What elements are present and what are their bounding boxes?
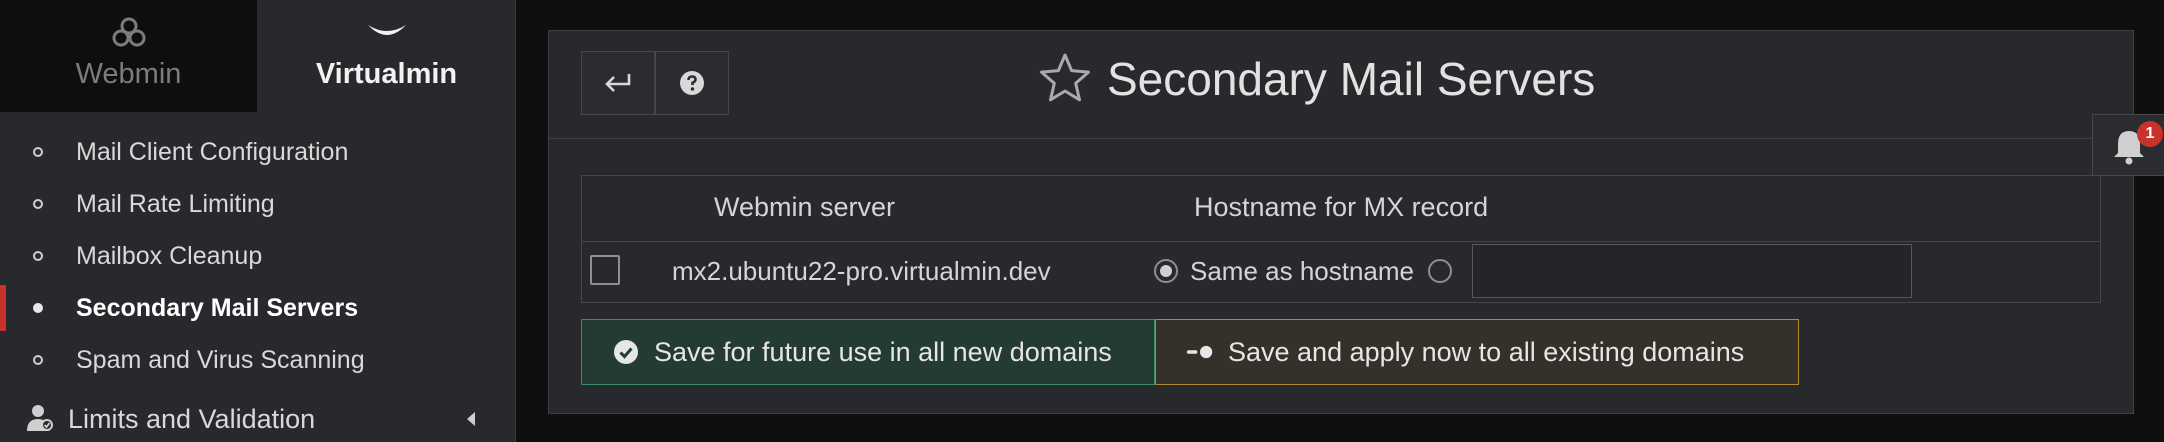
save-apply-button[interactable]: Save and apply now to all existing domai… <box>1155 319 1799 385</box>
notifications-button[interactable]: 1 <box>2092 114 2164 176</box>
save-future-button[interactable]: Save for future use in all new domains <box>581 319 1155 385</box>
same-as-hostname-radio[interactable] <box>1154 259 1178 283</box>
sidebar: Webmin Virtualmin Mail Client Configurat… <box>0 0 516 442</box>
title-group: Secondary Mail Servers <box>1037 49 1595 109</box>
sidebar-group-label: Limits and Validation <box>68 403 316 434</box>
custom-hostname-input[interactable] <box>1472 244 1912 298</box>
page-title: Secondary Mail Servers <box>1107 53 1596 105</box>
return-arrow-icon <box>605 74 631 92</box>
server-name: mx2.ubuntu22-pro.virtualmin.dev <box>672 256 1051 286</box>
caret-left-icon <box>467 412 475 426</box>
sidebar-item-spam-and-virus-scanning[interactable]: Spam and Virus Scanning <box>0 334 515 386</box>
sidebar-item-mail-rate-limiting[interactable]: Mail Rate Limiting <box>0 178 515 230</box>
sidebar-item-label: Mailbox Cleanup <box>76 241 263 270</box>
sidebar-item-label: Spam and Virus Scanning <box>76 345 365 374</box>
bullet-filled-icon <box>33 303 43 313</box>
sidebar-item-label: Mail Rate Limiting <box>76 189 275 218</box>
bullet-icon <box>33 147 43 157</box>
sidebar-group-limits-and-validation[interactable]: Limits and Validation <box>0 396 515 442</box>
sidebar-item-secondary-mail-servers[interactable]: Secondary Mail Servers <box>0 282 515 334</box>
sidebar-item-mailbox-cleanup[interactable]: Mailbox Cleanup <box>0 230 515 282</box>
bullet-icon <box>33 199 43 209</box>
virtualmin-switch-button[interactable]: Virtualmin <box>257 0 515 112</box>
panel-header: Secondary Mail Servers <box>549 31 2133 139</box>
star-outline-icon[interactable] <box>1037 51 1093 107</box>
main-panel: Secondary Mail Servers Webmin server Hos… <box>548 30 2134 414</box>
webmin-switch-button[interactable]: Webmin <box>0 0 257 112</box>
virtualmin-label: Virtualmin <box>315 58 458 90</box>
column-header-webmin-server: Webmin server <box>714 192 896 222</box>
help-button[interactable] <box>655 51 729 115</box>
bullet-icon <box>33 251 43 261</box>
sidebar-item-label: Secondary Mail Servers <box>76 293 359 322</box>
question-circle-icon <box>680 71 704 95</box>
same-as-hostname-label[interactable]: Same as hostname <box>1190 256 1414 287</box>
back-button[interactable] <box>581 51 655 115</box>
check-circle-icon <box>612 338 640 366</box>
product-switcher: Webmin Virtualmin <box>0 0 515 112</box>
table-row: mx2.ubuntu22-pro.virtualmin.dev Same as … <box>582 242 2100 302</box>
sidebar-item-label: Mail Client Configuration <box>76 137 349 166</box>
toggle-on-icon <box>1186 338 1214 366</box>
virtualmin-logo-icon <box>365 12 409 52</box>
webmin-logo-icon <box>111 12 147 52</box>
server-select-checkbox[interactable] <box>590 255 620 285</box>
save-apply-label: Save and apply now to all existing domai… <box>1228 336 1745 367</box>
secondary-servers-table: Webmin server Hostname for MX record mx2… <box>581 175 2101 303</box>
column-header-mx-hostname: Hostname for MX record <box>1194 192 1489 222</box>
user-check-icon <box>26 403 54 438</box>
webmin-label: Webmin <box>75 58 182 90</box>
sidebar-nav: Mail Client Configuration Mail Rate Limi… <box>0 126 515 386</box>
table-header: Webmin server Hostname for MX record <box>582 176 2100 242</box>
custom-hostname-radio[interactable] <box>1428 259 1452 283</box>
save-future-label: Save for future use in all new domains <box>654 336 1112 367</box>
bullet-icon <box>33 355 43 365</box>
sidebar-item-mail-client-configuration[interactable]: Mail Client Configuration <box>0 126 515 178</box>
notification-count-badge: 1 <box>2137 121 2163 147</box>
